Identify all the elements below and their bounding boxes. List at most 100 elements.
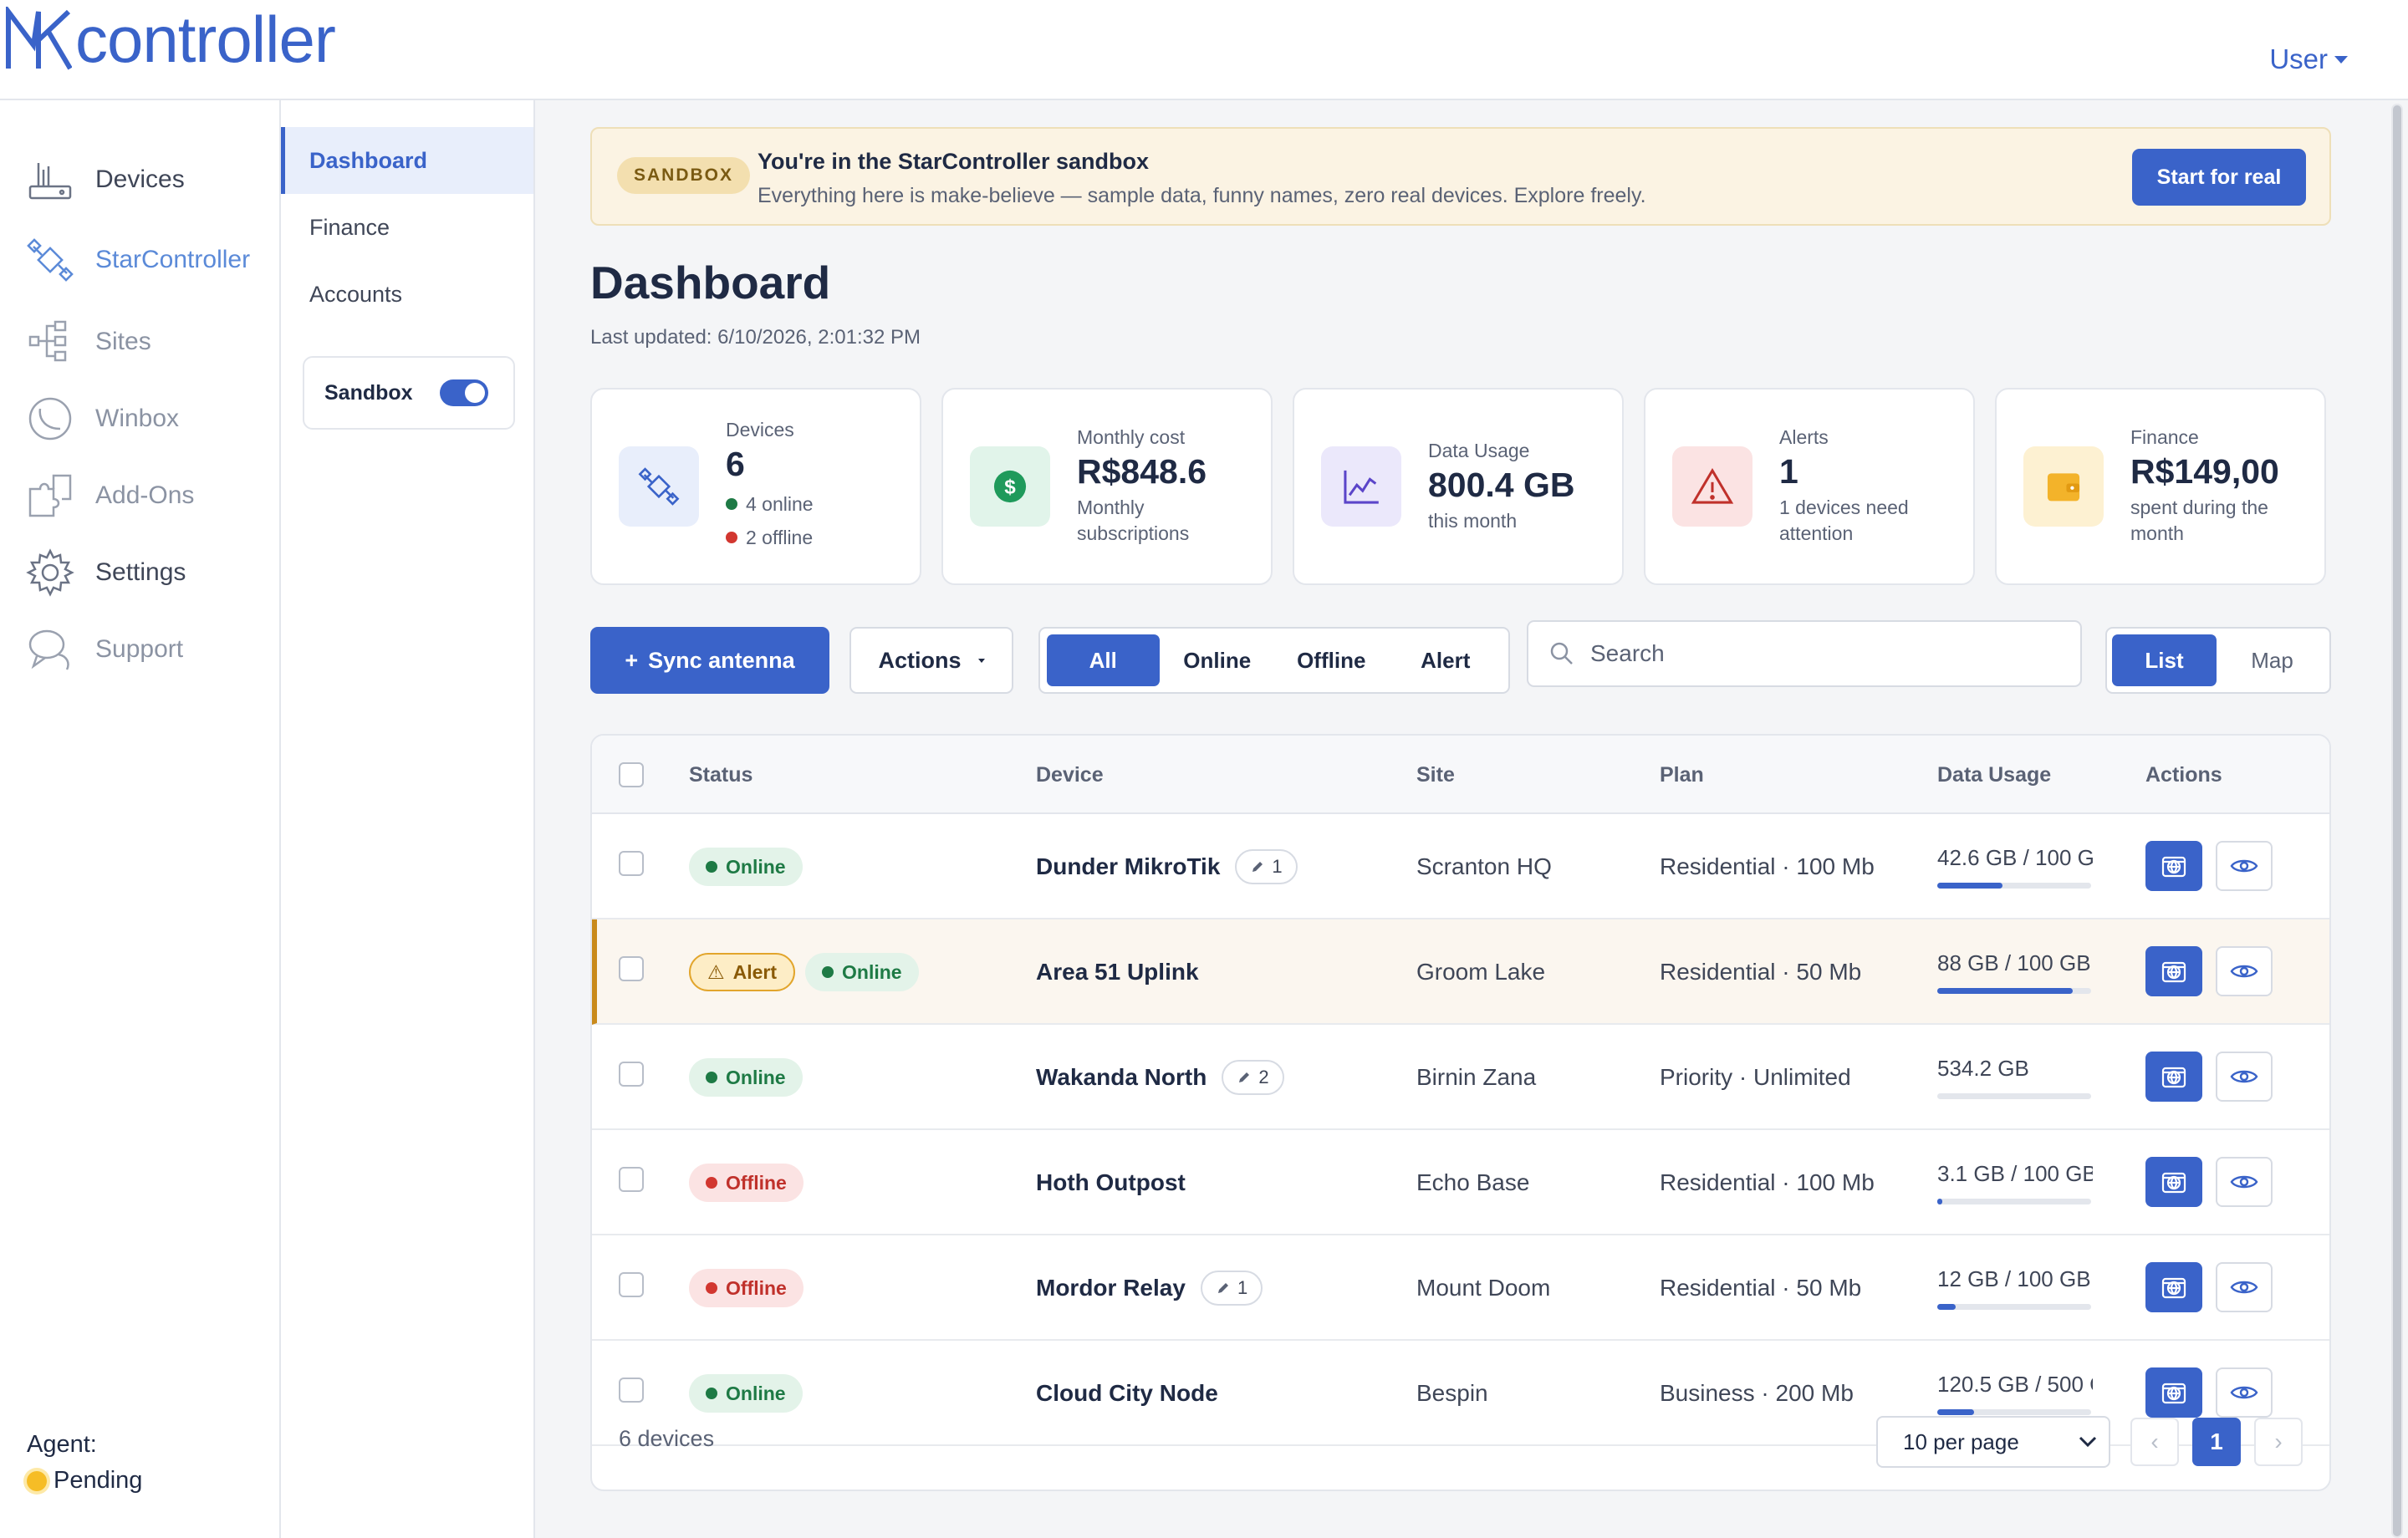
status-filter-group: All Online Offline Alert xyxy=(1038,627,1510,694)
app-logo[interactable]: controller xyxy=(5,2,336,76)
subnav-accounts[interactable]: Accounts xyxy=(281,261,533,328)
nav-label: Winbox xyxy=(95,405,180,432)
sync-antenna-label: Sync antenna xyxy=(648,647,795,673)
winbox-icon xyxy=(28,397,72,441)
eye-icon xyxy=(2229,851,2259,881)
view-device-button[interactable] xyxy=(2216,841,2273,891)
toolbar: + Sync antenna Actions All Online Offlin… xyxy=(590,620,2331,695)
card-value: R$149,00 xyxy=(2130,452,2279,491)
header-data-usage[interactable]: Data Usage xyxy=(1937,736,2051,814)
table-row[interactable]: Offline Mordor Relay 1 Mount Doom Residentia… xyxy=(592,1235,2329,1341)
view-device-button[interactable] xyxy=(2216,1157,2273,1207)
actions-dropdown[interactable]: Actions xyxy=(849,627,1013,694)
search-input[interactable] xyxy=(1590,640,2059,667)
sandbox-toggle-label: Sandbox xyxy=(324,380,413,405)
finance-card: Finance R$149,00 spent during the month xyxy=(1995,388,2326,585)
nav-item-devices[interactable]: Devices xyxy=(25,150,185,209)
status-dot-icon xyxy=(706,861,717,873)
scrollbar-thumb[interactable] xyxy=(2393,105,2401,1536)
sandbox-badge: SANDBOX xyxy=(617,157,751,194)
row-checkbox[interactable] xyxy=(619,956,644,981)
view-list[interactable]: List xyxy=(2112,634,2217,686)
nav-item-sites[interactable]: Sites xyxy=(25,313,151,371)
web-access-button[interactable] xyxy=(2145,1262,2202,1312)
filter-all[interactable]: All xyxy=(1047,634,1160,686)
nav-item-support[interactable]: Support xyxy=(25,620,183,679)
device-cell: Dunder MikroTik 1 xyxy=(1036,814,1298,919)
web-access-button[interactable] xyxy=(2145,841,2202,891)
notes-pill[interactable]: 2 xyxy=(1222,1060,1284,1095)
header-site[interactable]: Site xyxy=(1416,736,1455,814)
plan-cell: Priority · Unlimited xyxy=(1660,1064,1851,1090)
subnav-dashboard[interactable]: Dashboard xyxy=(281,127,533,194)
page-title: Dashboard xyxy=(590,257,831,308)
chevron-down-icon xyxy=(2079,1436,2097,1448)
eye-icon xyxy=(2229,1272,2259,1302)
device-name-link[interactable]: Hoth Outpost xyxy=(1036,1169,1186,1196)
web-access-button[interactable] xyxy=(2145,946,2202,996)
device-name-link[interactable]: Area 51 Uplink xyxy=(1036,959,1199,985)
gear-icon xyxy=(26,548,74,597)
table-row[interactable]: Online Dunder MikroTik 1 Scranton HQ Residen… xyxy=(592,814,2329,919)
usage-cell: 534.2 GB xyxy=(1937,1025,2093,1130)
sandbox-switch[interactable] xyxy=(440,379,488,406)
select-all-checkbox[interactable] xyxy=(619,762,644,787)
status-dot-icon xyxy=(706,1177,717,1189)
nav-item-winbox[interactable]: Winbox xyxy=(25,390,179,448)
secondary-sidebar: Dashboard Finance Accounts Sandbox xyxy=(281,100,535,1538)
alert-badge: ⚠ Alert xyxy=(689,953,796,991)
header-plan[interactable]: Plan xyxy=(1660,736,1704,814)
sandbox-toggle-card: Sandbox xyxy=(303,356,515,430)
device-name-link[interactable]: Dunder MikroTik xyxy=(1036,853,1220,880)
device-name-link[interactable]: Wakanda North xyxy=(1036,1064,1207,1091)
nav-item-starcontroller[interactable]: StarController xyxy=(25,231,250,289)
header-device[interactable]: Device xyxy=(1036,736,1104,814)
filter-alert[interactable]: Alert xyxy=(1390,634,1502,686)
device-name-link[interactable]: Mordor Relay xyxy=(1036,1275,1186,1301)
row-checkbox[interactable] xyxy=(619,1272,644,1297)
status-dot-icon xyxy=(706,1072,717,1083)
web-access-button[interactable] xyxy=(2145,1157,2202,1207)
user-menu[interactable]: User xyxy=(2269,43,2348,75)
table-row[interactable]: Offline Hoth Outpost Echo Base Residential … xyxy=(592,1130,2329,1235)
row-checkbox[interactable] xyxy=(619,1062,644,1087)
data-usage-card: Data Usage 800.4 GB this month xyxy=(1293,388,1624,585)
plan-cell: Residential · 50 Mb xyxy=(1660,959,1862,985)
site-cell: Echo Base xyxy=(1416,1169,1530,1195)
sync-antenna-button[interactable]: + Sync antenna xyxy=(590,627,829,694)
notes-pill[interactable]: 1 xyxy=(1200,1271,1263,1306)
satellite-icon xyxy=(619,446,699,527)
header-status[interactable]: Status xyxy=(689,736,752,814)
next-page-button[interactable]: › xyxy=(2254,1418,2303,1466)
offline-count: 2 offline xyxy=(746,527,814,548)
eye-icon xyxy=(2229,956,2259,986)
row-checkbox[interactable] xyxy=(619,851,644,876)
globe-window-icon xyxy=(2159,1272,2189,1302)
globe-window-icon xyxy=(2159,956,2189,986)
view-device-button[interactable] xyxy=(2216,946,2273,996)
globe-window-icon xyxy=(2159,851,2189,881)
nav-item-add-ons[interactable]: Add-Ons xyxy=(25,466,194,525)
web-access-button[interactable] xyxy=(2145,1052,2202,1102)
notes-pill[interactable]: 1 xyxy=(1235,849,1298,884)
table-row[interactable]: ⚠ Alert Online Area 51 Uplink Groom Lake Resi… xyxy=(592,919,2329,1025)
logo-text: controller xyxy=(75,2,336,76)
per-page-select[interactable]: 10 per page xyxy=(1876,1416,2110,1468)
nav-item-settings[interactable]: Settings xyxy=(25,543,186,602)
view-device-button[interactable] xyxy=(2216,1052,2273,1102)
filter-online[interactable]: Online xyxy=(1161,634,1274,686)
table-row[interactable]: Online Wakanda North 2 Birnin Zana Priority … xyxy=(592,1025,2329,1130)
warning-icon xyxy=(1672,446,1752,527)
start-for-real-button[interactable]: Start for real xyxy=(2132,149,2306,206)
devices-card: Devices 6 4 online 2 offline xyxy=(590,388,921,585)
filter-offline[interactable]: Offline xyxy=(1275,634,1388,686)
view-map[interactable]: Map xyxy=(2220,634,2324,686)
prev-page-button[interactable]: ‹ xyxy=(2130,1418,2179,1466)
row-checkbox[interactable] xyxy=(619,1167,644,1192)
subnav-finance[interactable]: Finance xyxy=(281,194,533,261)
view-device-button[interactable] xyxy=(2216,1262,2273,1312)
page-1-button[interactable]: 1 xyxy=(2192,1418,2241,1466)
svg-text:$: $ xyxy=(1004,476,1016,499)
nav-label: Add-Ons xyxy=(95,481,195,509)
search-icon xyxy=(1550,642,1573,665)
